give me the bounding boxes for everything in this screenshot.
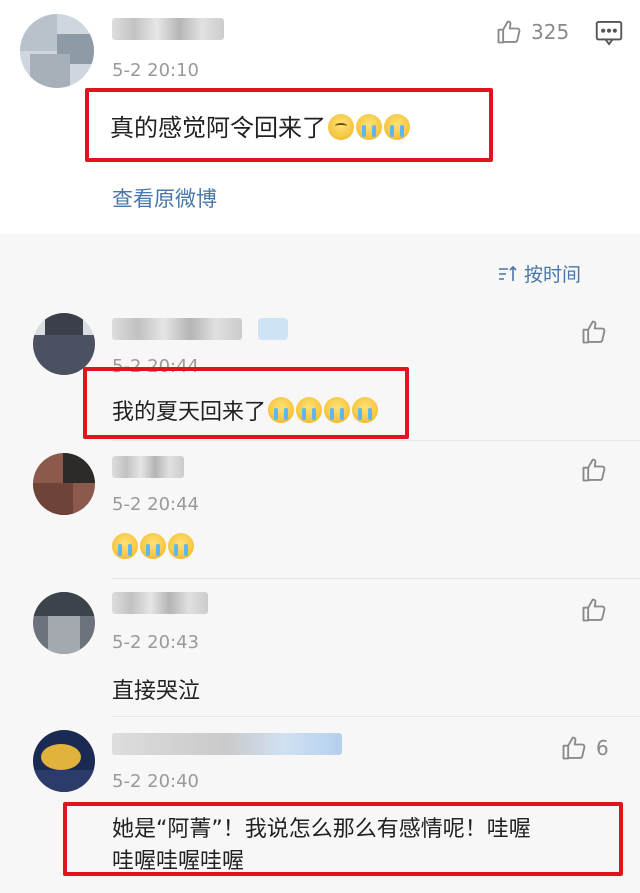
crying-emoji-icon [140,533,166,559]
divider [112,578,640,579]
comment-time: 5-2 20:40 [112,771,199,792]
vip-badge-icon [258,318,288,340]
comment-text: 真的感觉阿令回来了 [110,108,410,143]
avatar[interactable] [33,592,95,654]
username[interactable] [112,456,184,478]
comment-text-line-1: 她是“阿菁”！我说怎么那么有感情呢！哇喔 [112,817,531,842]
crying-emoji-icon [352,397,379,423]
username[interactable] [112,18,224,40]
avatar[interactable] [33,313,95,375]
comment-text: 我的夏天回来了 [112,394,379,426]
thumbs-up-icon[interactable] [580,596,608,624]
thumbs-up-icon[interactable] [580,456,608,484]
sort-by-time-button[interactable]: 按时间 [498,260,581,287]
crying-emoji-icon [112,533,138,559]
like-button[interactable]: 325 [495,18,569,46]
thumbs-up-icon [497,20,521,44]
username[interactable] [112,733,342,755]
avatar[interactable] [33,453,95,515]
username[interactable] [112,592,208,614]
sad-emoji-icon [328,114,354,140]
crying-emoji-icon [356,114,382,140]
comment-icon[interactable] [595,20,623,46]
like-count: 6 [596,736,609,760]
crying-emoji-icon [324,397,351,423]
crying-emoji-icon [268,397,295,423]
like-count: 325 [531,20,570,44]
sort-icon [499,265,517,281]
comment-time: 5-2 20:44 [112,494,199,515]
comment-text [110,533,194,561]
crying-emoji-icon [296,397,323,423]
comment-text-line-2: 哇喔哇喔哇喔 [112,849,245,874]
avatar[interactable] [33,730,95,792]
comment-text: 直接哭泣 [112,679,201,704]
avatar[interactable] [20,14,94,88]
thumbs-up-icon [562,736,586,760]
comment-time: 5-2 20:10 [112,60,199,81]
divider [112,716,640,717]
username[interactable] [112,318,242,340]
comment-time: 5-2 20:43 [112,632,199,653]
thumbs-up-icon[interactable] [580,318,608,346]
like-button[interactable]: 6 [560,734,609,762]
divider [112,440,640,441]
top-post: 5-2 20:10 325 真的感觉阿令回来了 查看原微博 [0,0,640,234]
sort-label: 按时间 [524,264,582,286]
view-original-weibo-link[interactable]: 查看原微博 [112,183,217,213]
crying-emoji-icon [384,114,410,140]
crying-emoji-icon [168,533,194,559]
